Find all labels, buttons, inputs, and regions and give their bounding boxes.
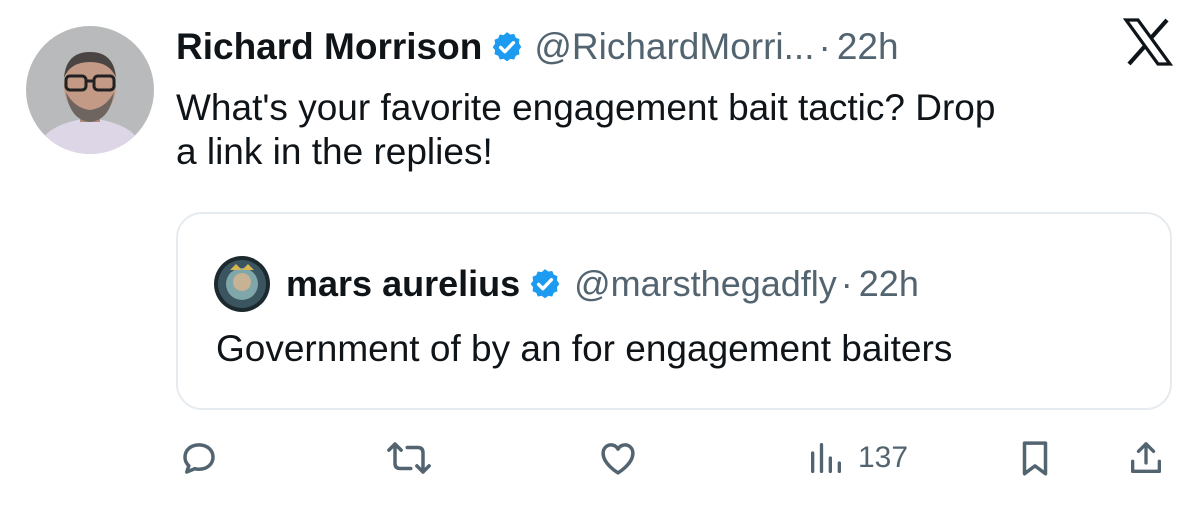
bookmark-icon <box>1014 437 1056 479</box>
author-avatar[interactable] <box>26 26 154 154</box>
author-handle[interactable]: @RichardMorri... <box>534 26 814 68</box>
separator-dot: · <box>840 263 853 304</box>
x-logo-icon <box>1122 16 1174 68</box>
tweet-text-line: a link in the replies! <box>176 131 493 172</box>
reply-icon <box>178 437 220 479</box>
tweet-timestamp[interactable]: 22h <box>837 26 899 68</box>
separator-dot: · <box>818 26 831 67</box>
verified-badge-icon <box>528 267 562 301</box>
share-icon <box>1126 437 1166 479</box>
quoted-author-handle[interactable]: @marsthegadfly <box>574 263 837 305</box>
retweet-icon <box>386 437 432 479</box>
quoted-timestamp[interactable]: 22h <box>859 263 919 305</box>
quoted-tweet-header: mars aurelius @marsthegadfly · 22h <box>286 258 919 310</box>
quoted-tweet-card[interactable]: mars aurelius @marsthegadfly · 22h Gover… <box>176 212 1172 410</box>
retweet-button[interactable] <box>386 436 432 480</box>
like-button[interactable] <box>596 436 640 480</box>
bookmark-button[interactable] <box>1014 436 1056 480</box>
verified-badge-icon <box>490 30 524 64</box>
share-button[interactable] <box>1126 436 1166 480</box>
tweet-text: What's your favorite engagement bait tac… <box>176 86 1176 174</box>
quoted-author-avatar[interactable] <box>214 256 270 312</box>
quoted-author-name[interactable]: mars aurelius <box>286 263 520 305</box>
views-icon <box>806 438 846 478</box>
quoted-tweet-text: Government of by an for engagement baite… <box>216 328 953 369</box>
author-name[interactable]: Richard Morrison <box>176 26 482 68</box>
views-button[interactable]: 137 <box>806 436 908 480</box>
views-count: 137 <box>858 441 909 474</box>
like-icon <box>596 437 640 479</box>
tweet-header: Richard Morrison @RichardMorri... · 22h <box>176 22 1176 72</box>
reply-button[interactable] <box>178 436 220 480</box>
tweet-text-line: What's your favorite engagement bait tac… <box>176 87 996 128</box>
